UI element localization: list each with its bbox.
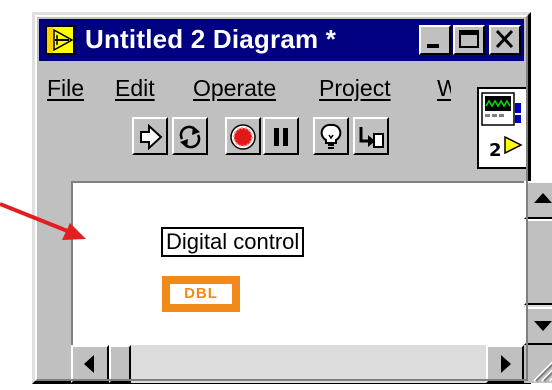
annotation-arrow-icon bbox=[0, 202, 86, 240]
